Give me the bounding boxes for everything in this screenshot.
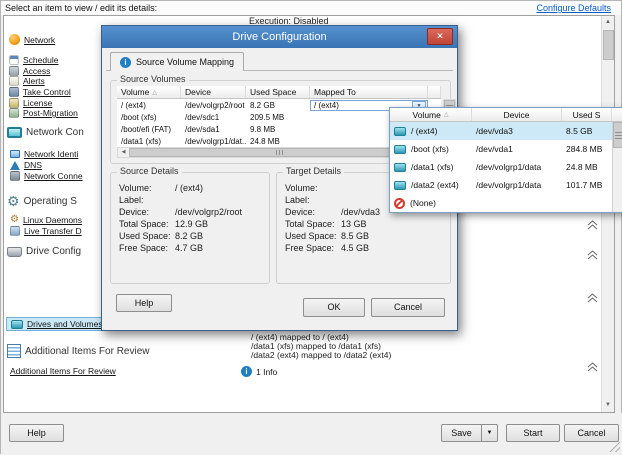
- scrollbar-thumb[interactable]: [613, 122, 622, 148]
- dropdown-header-row: Volume△ Device Used S: [390, 108, 622, 122]
- cancel-button[interactable]: Cancel: [564, 424, 619, 442]
- dropdown-column-used-space[interactable]: Used S: [562, 108, 612, 121]
- tab-source-volume-mapping[interactable]: i Source Volume Mapping: [110, 52, 244, 71]
- instruction-text: Select an item to view / edit its detail…: [5, 3, 157, 13]
- start-button[interactable]: Start: [506, 424, 560, 442]
- dropdown-vertical-scrollbar[interactable]: [612, 122, 622, 212]
- column-header-volume[interactable]: Volume△: [117, 86, 181, 98]
- sidebar-item-schedule[interactable]: Schedule: [9, 55, 58, 65]
- dialog-titlebar[interactable]: Drive Configuration ✕: [102, 26, 457, 48]
- sidebar-item-drives-and-volumes[interactable]: Drives and Volumes: [6, 317, 108, 331]
- mapping-line: /data2 (ext4) mapped to /data2 (ext4): [251, 350, 391, 360]
- scroll-down-button[interactable]: ▼: [602, 399, 614, 412]
- dropdown-row[interactable]: /data1 (xfs) /dev/volgrp1/data 24.8 MB: [390, 158, 622, 176]
- sidebar-item-alerts[interactable]: Alerts: [9, 76, 45, 86]
- additional-items-icon: [7, 344, 21, 358]
- table-header-row: Volume△ Device Used Space Mapped To: [117, 86, 441, 99]
- app-window: Select an item to view / edit its detail…: [0, 0, 622, 454]
- sidebar-item-dns[interactable]: DNS: [10, 160, 42, 170]
- take-control-icon: [9, 87, 19, 97]
- linux-daemons-icon: ⚙: [10, 215, 19, 225]
- collapse-chevron-icon[interactable]: [587, 220, 599, 231]
- save-menu-button[interactable]: ▼: [481, 424, 498, 442]
- column-header-device[interactable]: Device: [181, 86, 246, 98]
- sidebar-item-linux-daemons[interactable]: ⚙ Linux Daemons: [10, 215, 82, 225]
- close-button[interactable]: ✕: [427, 28, 453, 45]
- license-icon: [9, 98, 19, 108]
- dropdown-row[interactable]: / (ext4) /dev/vda3 8.5 GB: [390, 122, 622, 140]
- dialog-cancel-button[interactable]: Cancel: [371, 298, 445, 317]
- volume-icon: [394, 181, 406, 190]
- collapse-chevron-icon[interactable]: [587, 250, 599, 261]
- source-details-group: Source Details Volume:/ (ext4) Label: De…: [110, 172, 270, 284]
- collapse-chevron-icon[interactable]: [587, 362, 599, 373]
- sidebar-item-take-control[interactable]: Take Control: [9, 87, 71, 97]
- sidebar-item-license[interactable]: License: [9, 98, 52, 108]
- sidebar-section-network-configuration[interactable]: Network Con: [7, 127, 84, 138]
- dropdown-row-none[interactable]: (None): [390, 194, 622, 212]
- footer-bar: Help Save ▼ Start Cancel: [1, 413, 622, 455]
- sidebar-item-network-identification[interactable]: Network Identi: [10, 149, 78, 159]
- column-header-used-space[interactable]: Used Space: [246, 86, 310, 98]
- sidebar-item-network[interactable]: Network: [9, 34, 55, 45]
- collapse-chevron-icon[interactable]: [587, 293, 599, 304]
- info-icon: i: [120, 57, 131, 68]
- dropdown-column-device[interactable]: Device: [472, 108, 562, 121]
- sort-ascending-icon: △: [444, 111, 449, 118]
- sidebar-section-drive-configuration[interactable]: Drive Config: [7, 246, 81, 257]
- network-identification-icon: [10, 150, 20, 158]
- sidebar-item-additional-items-review[interactable]: Additional Items For Review: [10, 366, 116, 376]
- volume-icon: [394, 127, 406, 136]
- dns-icon: [10, 161, 20, 170]
- dropdown-column-volume[interactable]: Volume△: [390, 108, 472, 121]
- scrollbar-thumb[interactable]: [129, 148, 429, 157]
- scrollbar-thumb[interactable]: [603, 30, 614, 60]
- scroll-up-button[interactable]: ▲: [602, 16, 614, 29]
- chevron-down-icon: ▼: [487, 430, 493, 436]
- ok-button[interactable]: OK: [303, 298, 365, 317]
- sidebar-section-operating-system[interactable]: ⚙ Operating S: [7, 194, 77, 208]
- resize-grip[interactable]: [609, 441, 620, 452]
- close-icon: ✕: [436, 31, 444, 41]
- volume-icon: [394, 163, 406, 172]
- drive-configuration-icon: [7, 247, 22, 257]
- volume-icon: [394, 145, 406, 154]
- sidebar-item-post-migration[interactable]: Post-Migration: [9, 108, 78, 118]
- operating-system-icon: ⚙: [7, 194, 20, 208]
- help-button[interactable]: Help: [9, 424, 64, 442]
- alerts-icon: [9, 76, 19, 86]
- access-icon: [9, 66, 19, 76]
- dialog-help-button[interactable]: Help: [116, 294, 172, 312]
- save-button[interactable]: Save: [441, 424, 482, 442]
- schedule-icon: [9, 55, 19, 65]
- configure-defaults-link[interactable]: Configure Defaults: [536, 3, 611, 13]
- mapped-to-dropdown-popup: Volume△ Device Used S / (ext4) /dev/vda3…: [389, 107, 622, 213]
- sidebar-item-network-connections[interactable]: Network Conne: [10, 171, 83, 181]
- sidebar-item-access[interactable]: Access: [9, 66, 50, 76]
- column-header-mapped-to[interactable]: Mapped To: [310, 86, 428, 98]
- network-connections-icon: [10, 171, 20, 181]
- info-icon: i: [241, 366, 252, 377]
- dropdown-row[interactable]: /data2 (ext4) /dev/volgrp1/data 101.7 MB: [390, 176, 622, 194]
- dialog-title: Drive Configuration: [102, 26, 457, 48]
- sidebar-item-live-transfer[interactable]: Live Transfer D: [10, 226, 82, 236]
- sidebar-section-additional-items[interactable]: Additional Items For Review: [7, 344, 150, 358]
- live-transfer-icon: [10, 226, 20, 236]
- main-vertical-scrollbar[interactable]: ▲ ▼: [601, 16, 614, 412]
- header: Select an item to view / edit its detail…: [1, 1, 621, 15]
- group-label: Source Volumes: [117, 74, 189, 84]
- drives-volumes-icon: [11, 320, 23, 329]
- scroll-left-button[interactable]: ◀: [118, 148, 129, 157]
- network-configuration-icon: [7, 127, 22, 138]
- sort-ascending-icon: △: [152, 89, 157, 96]
- network-icon: [9, 34, 20, 45]
- info-badge: i 1 Info: [241, 366, 277, 377]
- post-migration-icon: [9, 108, 19, 118]
- none-icon: [394, 198, 405, 209]
- info-badge-text: 1 Info: [256, 367, 277, 377]
- dropdown-row[interactable]: /boot (xfs) /dev/vda1 284.8 MB: [390, 140, 622, 158]
